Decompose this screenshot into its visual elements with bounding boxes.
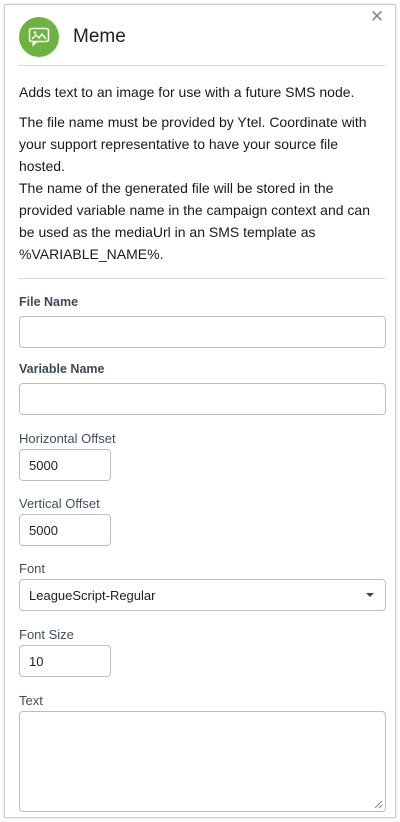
close-icon[interactable]: ✕ [369, 8, 385, 25]
resize-handle-icon[interactable] [374, 800, 383, 809]
node-title: Meme [73, 26, 126, 47]
horizontal-offset-label: Horizontal Offset [19, 431, 116, 446]
variable-name-input[interactable] [19, 383, 386, 415]
vertical-offset-input[interactable]: 5000 [19, 514, 111, 546]
font-size-label: Font Size [19, 627, 74, 642]
description-divider [18, 278, 385, 279]
description-line-3: The name of the generated file will be s… [19, 180, 370, 262]
node-config-panel: ✕ Meme Adds text to an image for use wit… [4, 4, 396, 818]
image-message-icon [19, 17, 59, 57]
description-line-1: Adds text to an image for use with a fut… [19, 84, 355, 100]
text-label: Text [19, 693, 43, 708]
header-divider [18, 65, 385, 66]
font-select-value: LeagueScript-Regular [29, 587, 156, 603]
font-size-input[interactable]: 10 [19, 645, 111, 677]
font-label: Font [19, 561, 46, 576]
description: Adds text to an image for use with a fut… [19, 81, 387, 265]
horizontal-offset-input[interactable]: 5000 [19, 449, 111, 481]
file-name-input[interactable] [19, 316, 386, 348]
file-name-label: File Name [19, 295, 79, 309]
vertical-offset-label: Vertical Offset [19, 496, 100, 511]
text-input[interactable] [19, 711, 386, 812]
description-line-2: The file name must be provided by Ytel. … [19, 114, 367, 174]
chevron-down-icon [366, 593, 374, 597]
variable-name-label: Variable Name [19, 362, 105, 376]
font-select[interactable]: LeagueScript-Regular [19, 579, 386, 611]
panel-header: Meme [19, 11, 126, 63]
